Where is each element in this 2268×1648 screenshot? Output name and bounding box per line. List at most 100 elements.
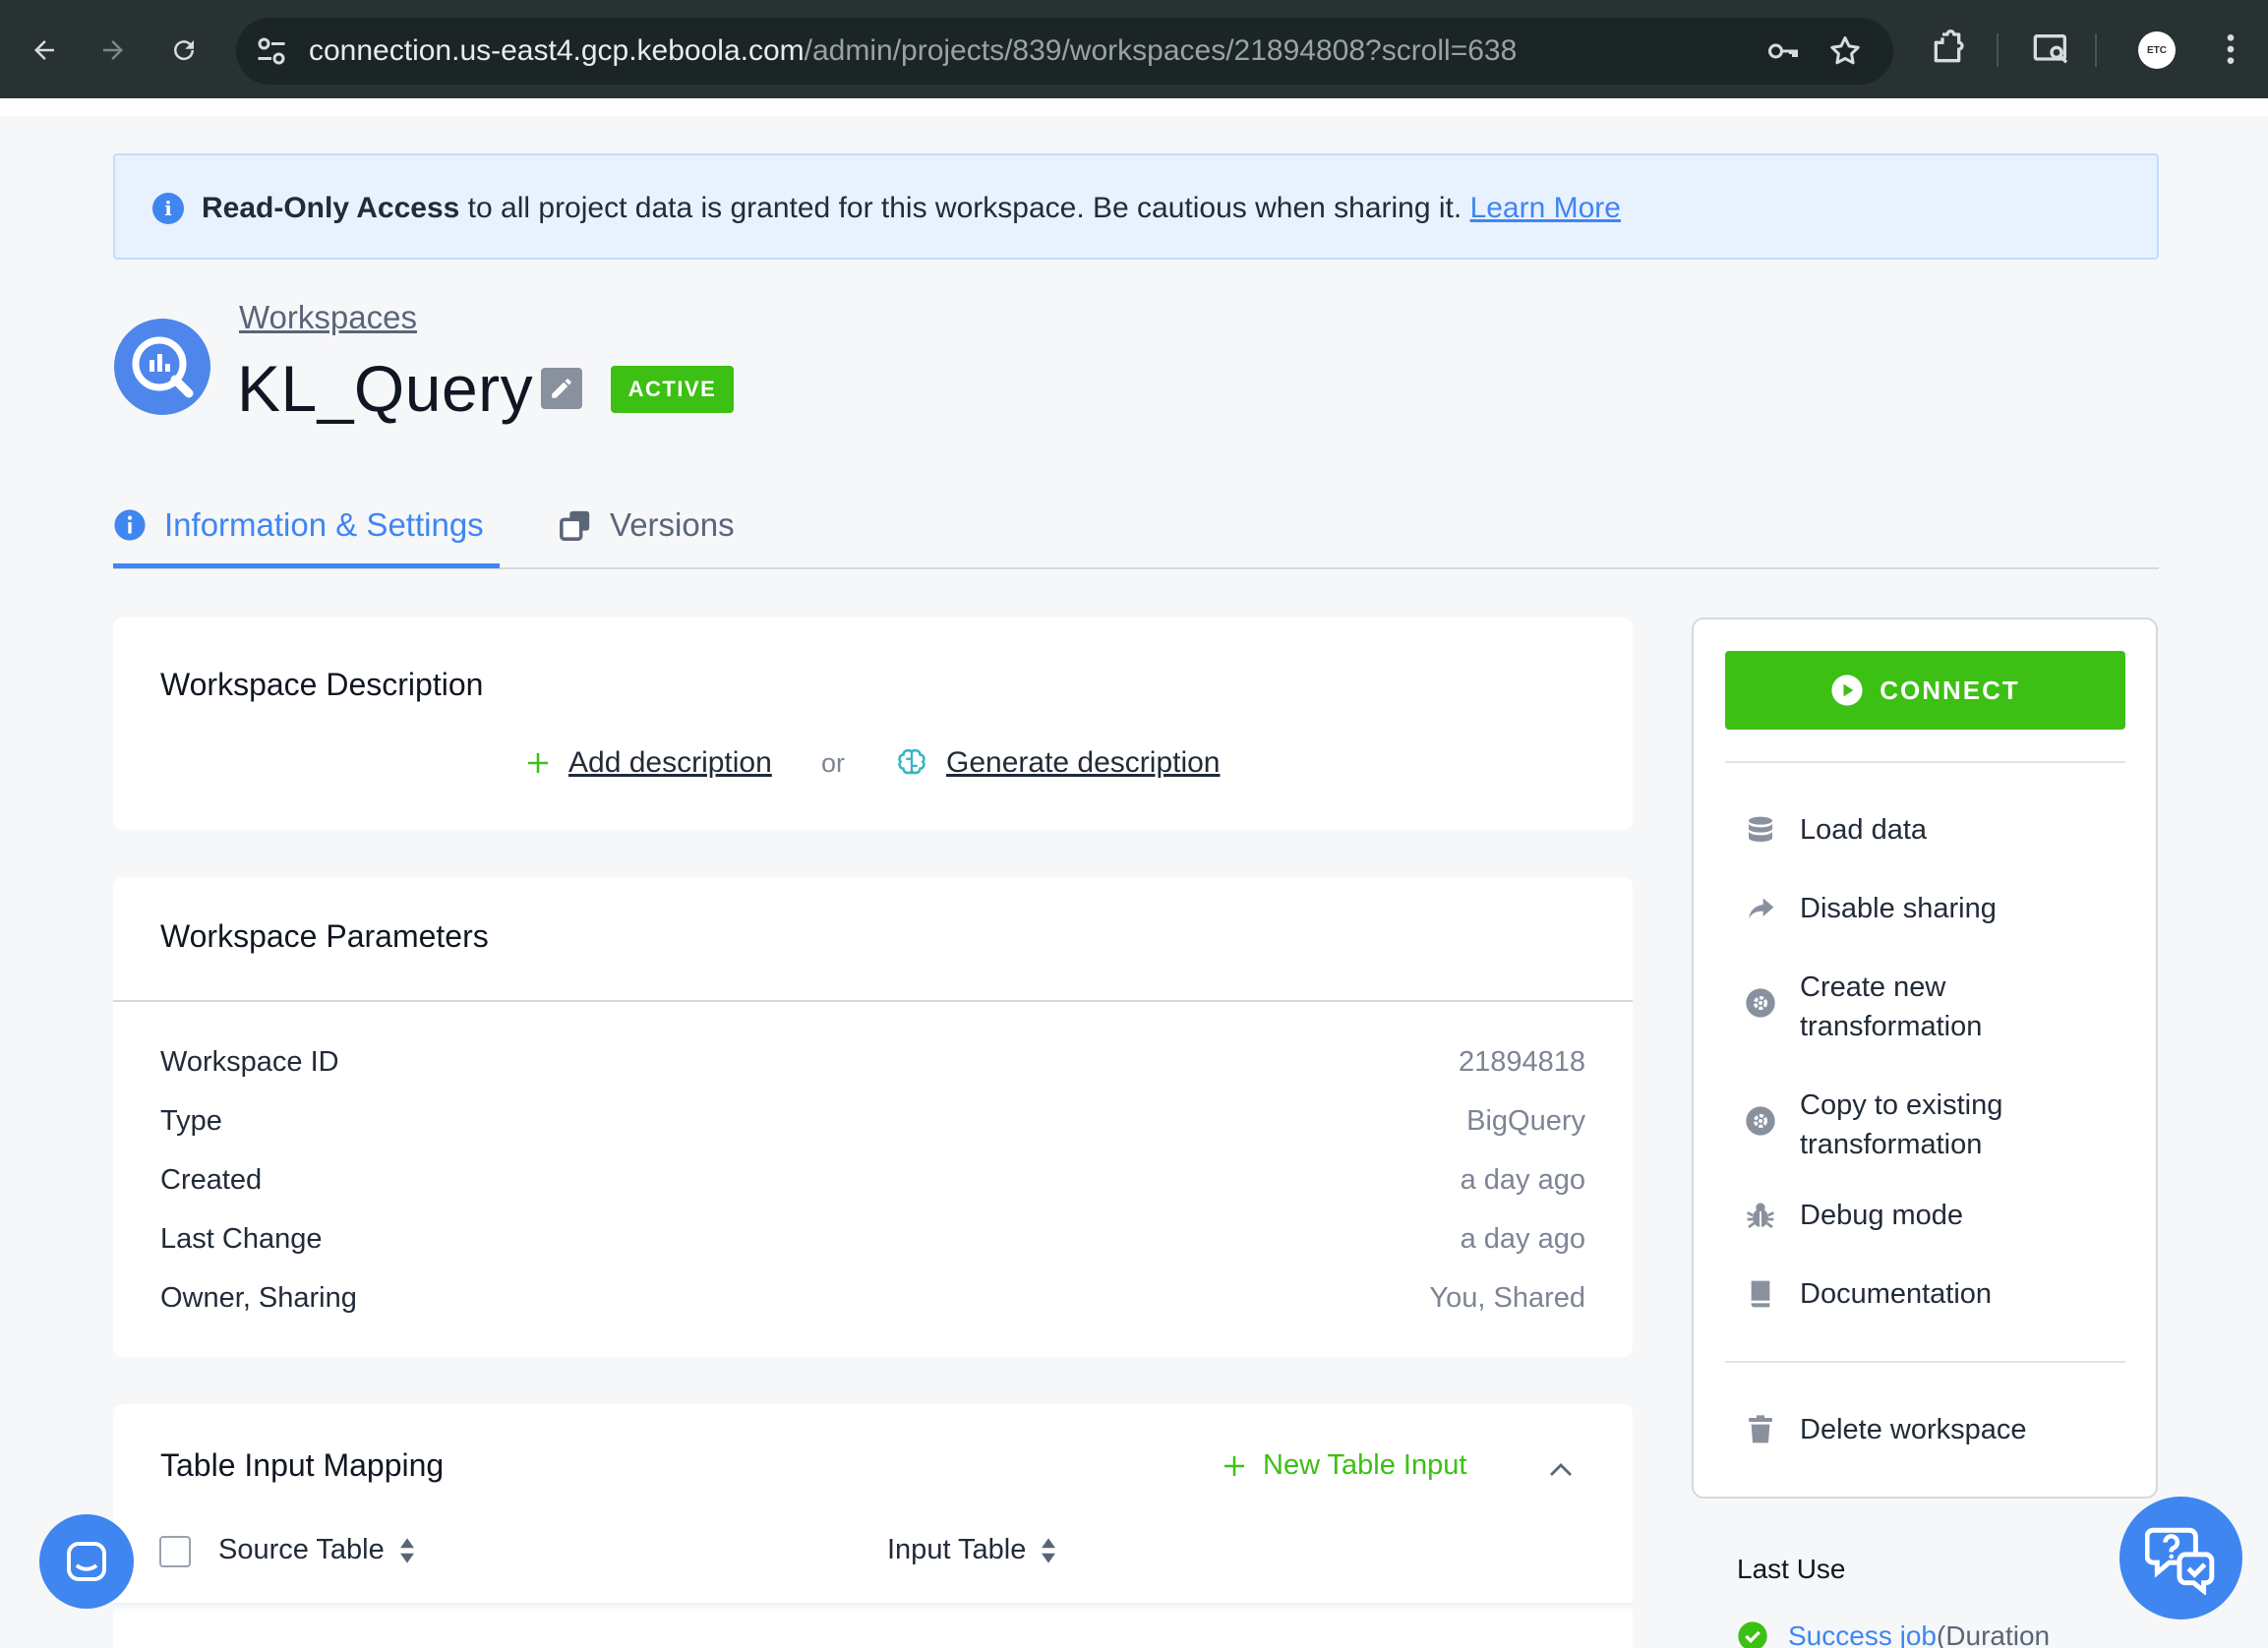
ai-brain-icon	[898, 748, 925, 775]
param-row-workspace-id: Workspace ID 21894818	[160, 1046, 1585, 1078]
learn-more-link[interactable]: Learn More	[1470, 192, 1621, 224]
sidebar-divider	[1725, 1361, 2125, 1363]
sort-icon	[1042, 1537, 1056, 1563]
job-duration-text: (Duration	[1936, 1620, 2051, 1648]
bug-icon	[1747, 1203, 1774, 1229]
reload-icon	[174, 40, 195, 61]
sidebar-item-label: Create new transformation	[1800, 971, 1983, 1042]
profile-avatar[interactable]: ETC	[2138, 31, 2176, 69]
success-job-link[interactable]: Success job	[1788, 1620, 1937, 1648]
new-table-input-label: New Table Input	[1263, 1449, 1467, 1481]
reload-button[interactable]	[159, 26, 209, 75]
toolbar-divider	[2095, 33, 2097, 67]
database-icon	[1749, 816, 1772, 842]
help-chat-icon	[2144, 1527, 2214, 1595]
tab-information-settings[interactable]: Information & Settings	[113, 482, 500, 568]
breadcrumb-workspaces[interactable]: Workspaces	[239, 299, 417, 336]
share-arrow-icon	[1749, 898, 1774, 919]
parameters-divider	[113, 1000, 1633, 1002]
actions-sidebar	[1692, 618, 2158, 1499]
sidebar-item-label: Disable sharing	[1800, 893, 1997, 924]
sidebar-item-create-transformation[interactable]: Create new transformation	[1745, 968, 2069, 1046]
book-icon	[1751, 1280, 1770, 1308]
sort-icon	[399, 1537, 414, 1563]
column-input-table[interactable]: Input Table	[887, 1534, 1057, 1566]
chevron-up-icon[interactable]	[1546, 1455, 1576, 1485]
sidebar-item-label: Load data	[1800, 814, 1928, 846]
table-header-shadow	[113, 1603, 1633, 1613]
sidebar-item-disable-sharing[interactable]: Disable sharing	[1745, 889, 1997, 928]
parameters-card-title: Workspace Parameters	[160, 918, 489, 954]
tab-label: Versions	[610, 506, 735, 543]
generate-description-button[interactable]: Generate description	[895, 745, 1221, 781]
sidebar-item-debug-mode[interactable]: Debug mode	[1745, 1196, 1963, 1235]
add-description-label: Add description	[568, 746, 772, 779]
pencil-icon	[552, 379, 571, 398]
select-all-checkbox[interactable]	[159, 1536, 191, 1567]
chat-icon	[67, 1542, 106, 1581]
add-description-button[interactable]: Add description	[523, 745, 772, 781]
last-job-row: Success job (Duration	[1737, 1620, 2050, 1648]
success-check-icon	[1738, 1621, 1767, 1648]
url-text: connection.us-east4.gcp.keboola.com/admi…	[309, 34, 1518, 67]
bigquery-logo-icon	[114, 319, 210, 415]
tab-label: Information & Settings	[164, 506, 484, 543]
password-key-icon[interactable]	[1765, 33, 1801, 69]
trash-icon	[1749, 1415, 1772, 1443]
page-title: KL_Query	[237, 352, 534, 425]
kebab-menu-icon[interactable]	[2211, 29, 2250, 69]
alert-text: Read-Only Access to all project data is …	[202, 192, 1621, 224]
sidebar-item-copy-transformation[interactable]: Copy to existing transformation	[1745, 1086, 2069, 1164]
or-separator: or	[821, 747, 846, 778]
sidebar-item-delete-workspace[interactable]: Delete workspace	[1745, 1410, 2027, 1449]
toolbar-divider	[1997, 33, 1999, 67]
forward-button[interactable]	[89, 26, 138, 75]
sidebar-item-label: Copy to existing transformation	[1800, 1089, 2003, 1160]
sidebar-divider	[1725, 761, 2125, 763]
site-settings-icon[interactable]	[254, 33, 289, 69]
param-row-created: Created a day ago	[160, 1164, 1585, 1196]
workspace-description-card	[113, 618, 1633, 830]
browser-toolbar: connection.us-east4.gcp.keboola.com/admi…	[0, 0, 2268, 98]
gear-circle-icon	[1746, 988, 1775, 1018]
description-card-title: Workspace Description	[160, 667, 484, 702]
plus-icon	[528, 753, 548, 773]
extensions-icon[interactable]	[1928, 29, 1967, 69]
address-bar[interactable]: connection.us-east4.gcp.keboola.com/admi…	[236, 18, 1893, 85]
sidebar-item-label: Documentation	[1800, 1278, 1993, 1310]
status-badge: ACTIVE	[611, 366, 734, 413]
connect-button[interactable]: CONNECT	[1725, 651, 2125, 730]
copy-versions-icon	[560, 510, 590, 541]
connect-label: CONNECT	[1880, 675, 2020, 705]
gear-circle-icon	[1746, 1106, 1775, 1136]
sidebar-item-load-data[interactable]: Load data	[1745, 810, 1927, 850]
play-circle-icon	[1831, 675, 1863, 706]
back-button[interactable]	[20, 26, 69, 75]
mapping-card-title: Table Input Mapping	[160, 1447, 445, 1483]
tab-search-icon[interactable]	[2032, 29, 2071, 69]
column-label: Source Table	[218, 1534, 385, 1565]
generate-description-label: Generate description	[946, 746, 1221, 779]
plus-icon	[1224, 1455, 1244, 1476]
intercom-launcher-button[interactable]	[39, 1514, 134, 1609]
sidebar-item-label: Delete workspace	[1800, 1414, 2027, 1445]
bookmark-star-icon[interactable]	[1827, 33, 1863, 69]
read-only-alert: i Read-Only Access to all project data i…	[113, 153, 2159, 260]
edit-title-button[interactable]	[541, 368, 582, 409]
sidebar-item-label: Debug mode	[1800, 1200, 1964, 1231]
column-source-table[interactable]: Source Table	[218, 1534, 416, 1566]
help-chat-button[interactable]	[2119, 1497, 2242, 1619]
param-row-type: Type BigQuery	[160, 1105, 1585, 1137]
tab-versions[interactable]: Versions	[559, 482, 746, 568]
arrow-left-icon	[34, 40, 54, 60]
top-strip	[0, 98, 2268, 116]
info-icon	[114, 509, 146, 541]
new-table-input-button[interactable]: New Table Input	[1220, 1449, 1466, 1482]
info-icon: i	[152, 193, 184, 224]
active-tab-indicator	[113, 563, 500, 568]
arrow-right-icon	[103, 40, 123, 60]
param-row-last-change: Last Change a day ago	[160, 1223, 1585, 1255]
sidebar-item-documentation[interactable]: Documentation	[1745, 1274, 1992, 1314]
column-label: Input Table	[887, 1534, 1027, 1565]
param-row-owner-sharing: Owner, Sharing You, Shared	[160, 1282, 1585, 1314]
